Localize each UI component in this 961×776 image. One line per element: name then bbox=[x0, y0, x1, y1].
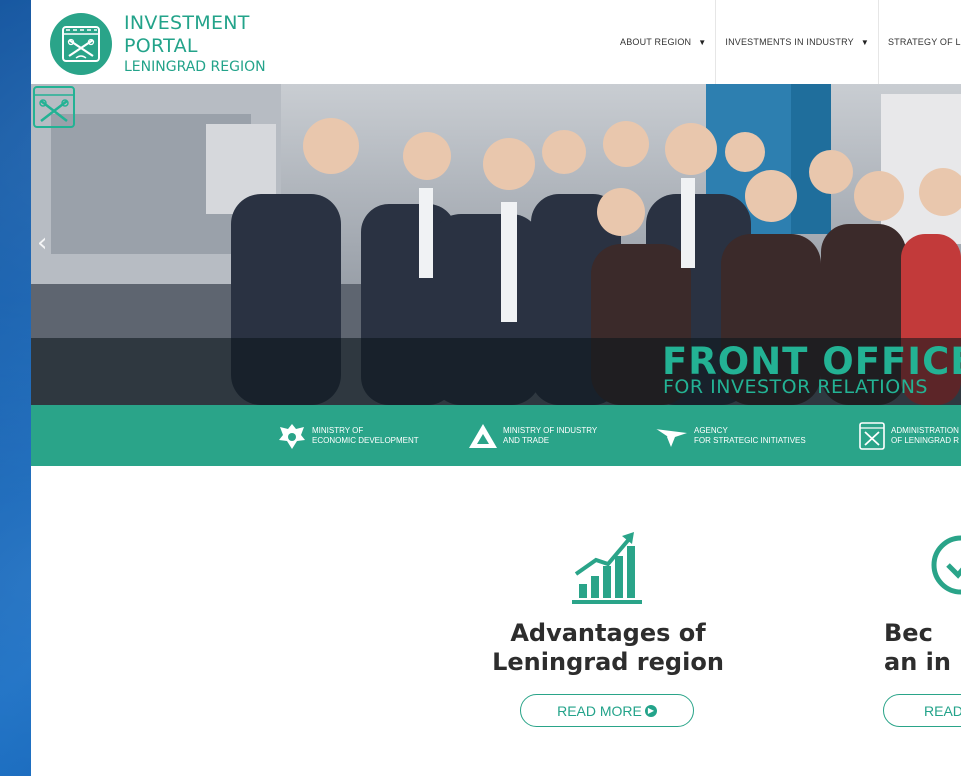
triangle-logo-icon bbox=[469, 423, 497, 448]
read-more-investor-button[interactable]: READ bbox=[883, 694, 961, 727]
hero-slider: ‹ FRONT OFFICE FOR INVESTOR RELATIONS bbox=[31, 84, 961, 405]
brand-line-2: PORTAL bbox=[124, 35, 198, 57]
nav-item-strategy[interactable]: STRATEGY OF LEN bbox=[879, 0, 961, 84]
feature-title-advantages: Advantages of Leningrad region bbox=[492, 619, 724, 676]
nav-item-investments-in-industry[interactable]: INVESTMENTS IN INDUSTRY ▼ bbox=[716, 0, 878, 84]
read-more-advantages-button[interactable]: READ MORE ▶ bbox=[520, 694, 694, 727]
brand-line-3: LENINGRAD REGION bbox=[124, 59, 266, 75]
nav-item-about-region[interactable]: ABOUT REGION ▼ bbox=[611, 0, 715, 84]
caret-down-icon: ▼ bbox=[698, 37, 707, 47]
region-logo-icon[interactable] bbox=[49, 12, 113, 76]
partner-label: ADMINISTRATION OF LENINGRAD R bbox=[891, 425, 960, 445]
nav-item-label: STRATEGY OF LEN bbox=[887, 37, 961, 47]
partner-label: AGENCY FOR STRATEGIC INITIATIVES bbox=[694, 425, 806, 445]
read-more-label: READ MORE bbox=[557, 702, 642, 719]
nav-item-label: INVESTMENTS IN INDUSTRY bbox=[725, 37, 854, 47]
arrow-right-circle-icon: ▶ bbox=[644, 704, 657, 717]
partner-administration-leningrad-region[interactable]: ADMINISTRATION OF LENINGRAD R bbox=[858, 405, 959, 466]
brand-line-1: INVESTMENT bbox=[124, 12, 250, 34]
slider-prev-icon[interactable]: ‹ bbox=[37, 228, 47, 258]
partner-ministry-industry-trade[interactable]: MINISTRY OF INDUSTRY AND TRADE bbox=[468, 405, 597, 466]
nav-item-label: ABOUT REGION bbox=[620, 37, 692, 47]
partner-label: MINISTRY OF ECONOMIC DEVELOPMENT bbox=[312, 425, 419, 445]
check-circle-icon bbox=[931, 535, 961, 595]
main-nav: ABOUT REGION ▼ INVESTMENTS IN INDUSTRY ▼… bbox=[611, 0, 961, 84]
growth-chart-icon bbox=[572, 532, 642, 604]
caret-down-icon: ▼ bbox=[860, 37, 869, 47]
partners-band: MINISTRY OF ECONOMIC DEVELOPMENT MINISTR… bbox=[31, 405, 961, 466]
partner-agency-strategic-initiatives[interactable]: AGENCY FOR STRATEGIC INITIATIVES bbox=[653, 405, 806, 466]
partner-ministry-economic-development[interactable]: MINISTRY OF ECONOMIC DEVELOPMENT bbox=[277, 405, 419, 466]
arrow-logo-icon bbox=[654, 427, 687, 447]
read-more-label: READ bbox=[924, 702, 961, 719]
site-header: INVESTMENT PORTAL LENINGRAD REGION ABOUT… bbox=[31, 0, 961, 84]
website-page: INVESTMENT PORTAL LENINGRAD REGION ABOUT… bbox=[31, 0, 961, 776]
region-coat-of-arms-icon bbox=[859, 421, 885, 450]
coat-of-arms-icon bbox=[33, 86, 75, 128]
double-eagle-emblem-icon bbox=[279, 423, 305, 449]
feature-title-become-investor: Bec an in bbox=[884, 619, 951, 676]
partner-label: MINISTRY OF INDUSTRY AND TRADE bbox=[503, 425, 598, 445]
hero-subtitle: FOR INVESTOR RELATIONS bbox=[663, 376, 928, 398]
brand-name[interactable]: INVESTMENT PORTAL LENINGRAD REGION bbox=[124, 12, 266, 76]
